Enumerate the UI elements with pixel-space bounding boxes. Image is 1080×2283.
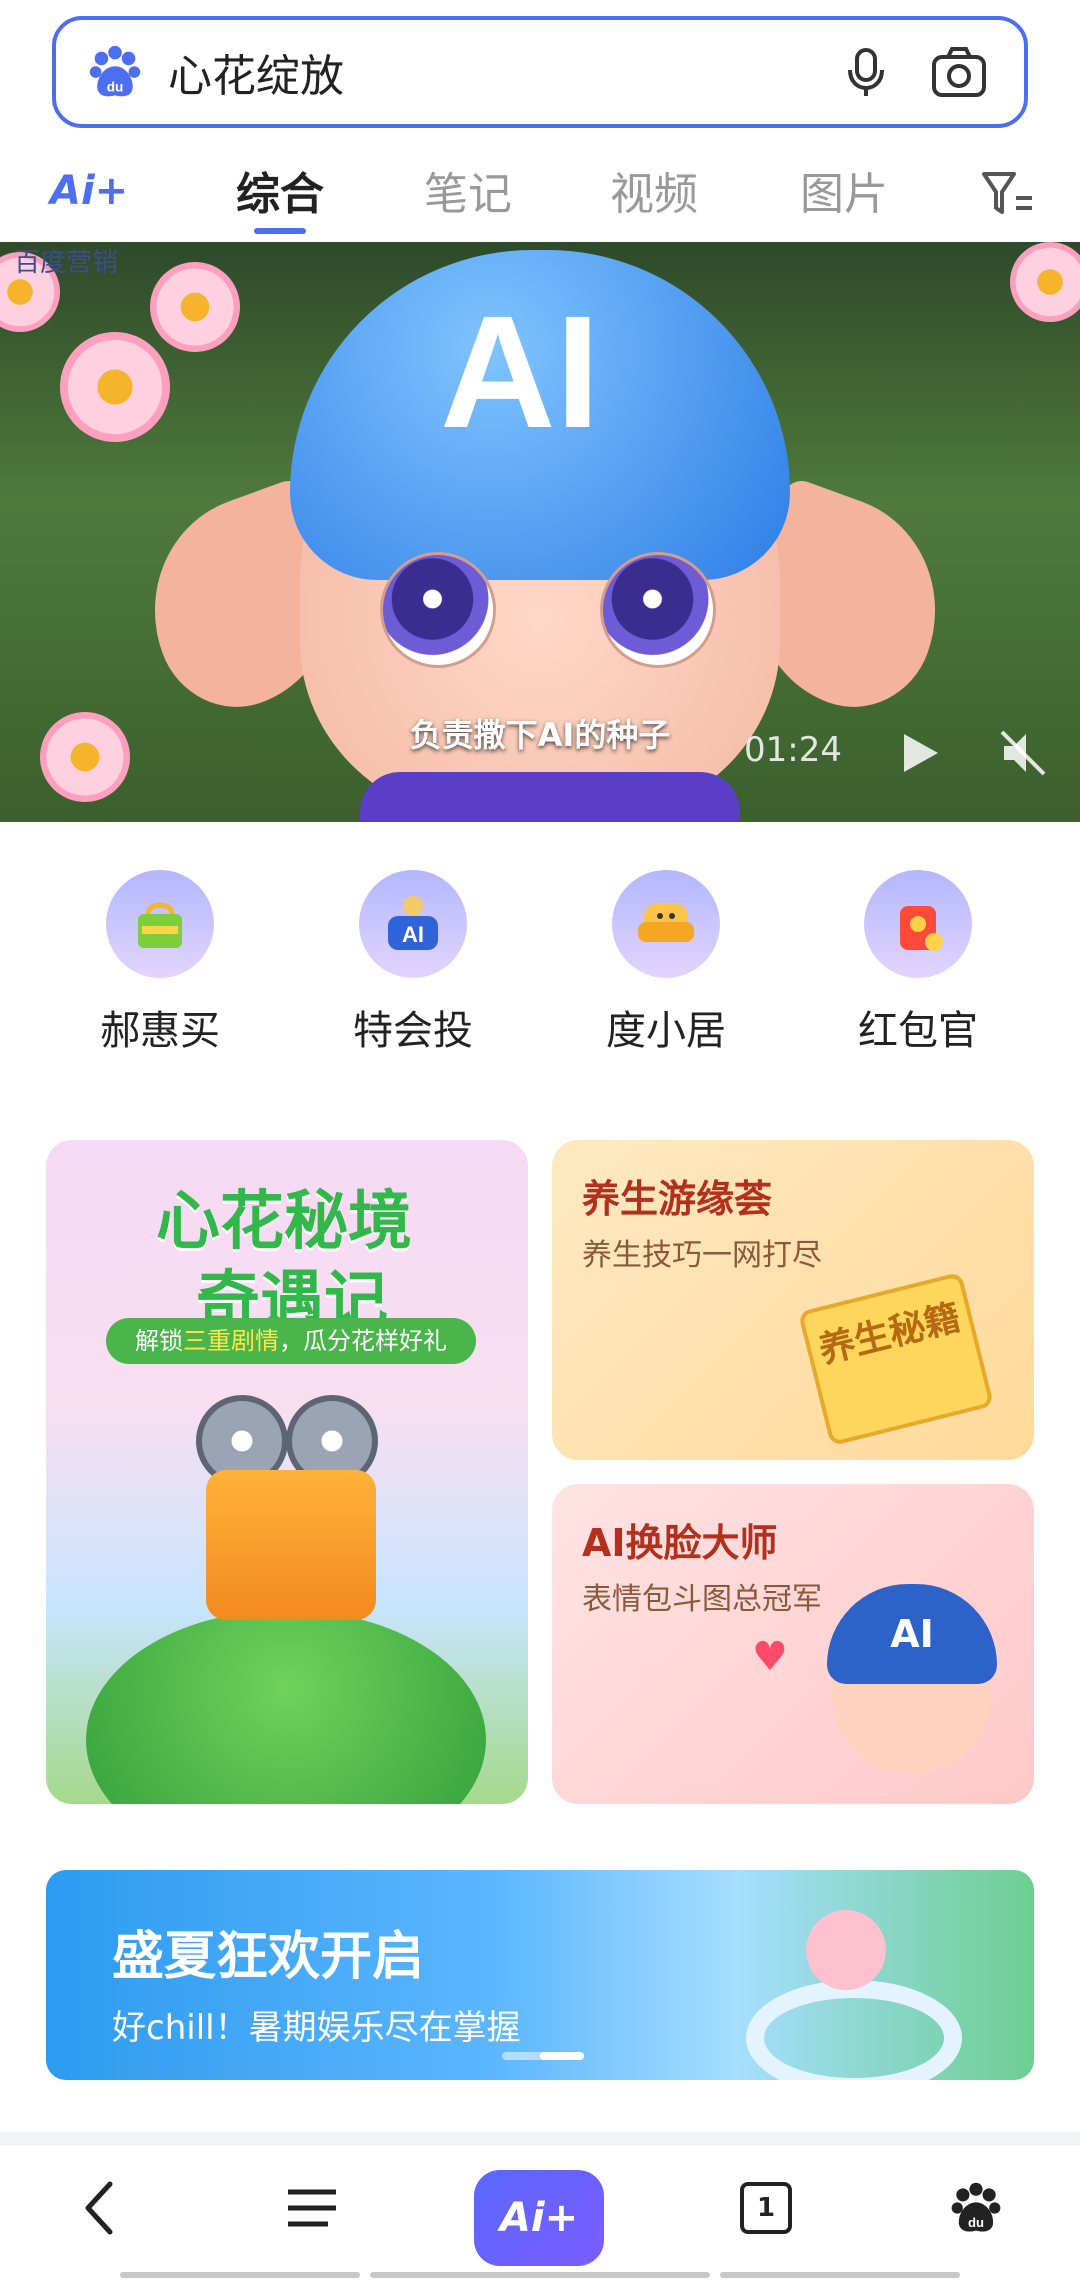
service-label: 度小居 bbox=[606, 1008, 726, 1054]
back-button[interactable] bbox=[60, 2168, 140, 2248]
ribbon-suffix: ，瓜分花样好礼 bbox=[279, 1327, 447, 1355]
character-eye bbox=[600, 552, 716, 668]
ribbon-highlight: 三重剧情 bbox=[183, 1327, 279, 1355]
back-chevron-icon bbox=[85, 2181, 113, 2235]
promo-card-xinhua[interactable]: 心花秘境 奇遇记 解锁三重剧情，瓜分花样好礼 bbox=[46, 1140, 528, 1804]
tab-count-badge: 1 bbox=[740, 2182, 792, 2234]
tabs-button[interactable]: 1 bbox=[726, 2168, 806, 2248]
promo-card-yangsheng[interactable]: 养生游缘荟 养生技巧一网打尽 养生秘籍 bbox=[552, 1140, 1034, 1460]
ai-assistant-button[interactable]: Ai+ bbox=[474, 2170, 604, 2266]
service-label: 红包官 bbox=[858, 1008, 978, 1054]
sofa-icon bbox=[612, 870, 720, 978]
promo-title-line1: 心花秘境 bbox=[156, 1185, 412, 1259]
service-hongbaoguan[interactable]: 红包官 bbox=[818, 870, 1018, 1056]
ad-watermark: 百度营销 bbox=[14, 248, 119, 278]
play-icon[interactable] bbox=[892, 726, 946, 780]
menu-icon bbox=[288, 2189, 336, 2227]
service-duxiaoju[interactable]: 度小居 bbox=[566, 870, 766, 1056]
tab-videos[interactable]: 视频 bbox=[610, 158, 698, 222]
camera-icon[interactable] bbox=[930, 43, 988, 101]
swim-ring-illustration bbox=[746, 1980, 962, 2080]
shopping-bag-icon bbox=[106, 870, 214, 978]
gesture-bar bbox=[120, 2272, 360, 2278]
summer-banner[interactable]: 盛夏狂欢开启 好chill！暑期娱乐尽在掌握 bbox=[46, 1870, 1034, 2080]
service-label: 特会投 bbox=[353, 1008, 473, 1054]
tab-notes[interactable]: 笔记 bbox=[424, 158, 512, 222]
baidu-paw-icon: du bbox=[951, 2182, 1001, 2232]
service-label: 郝惠买 bbox=[100, 1008, 220, 1054]
promo-subtitle: 养生技巧一网打尽 bbox=[582, 1238, 822, 1273]
banner-title: 盛夏狂欢开启 bbox=[112, 1927, 425, 1987]
flower-decoration bbox=[60, 332, 170, 442]
camera-character-illustration bbox=[206, 1470, 376, 1620]
bottom-navigation: Ai+ 1 du bbox=[0, 2146, 1080, 2283]
heart-icon: ♥ bbox=[752, 1634, 788, 1680]
character-illustration bbox=[806, 1910, 886, 1990]
gesture-bar bbox=[720, 2272, 960, 2278]
banner-subtitle: 好chill！暑期娱乐尽在掌握 bbox=[112, 2008, 521, 2048]
book-label: 养生秘籍 bbox=[814, 1296, 965, 1372]
svg-text:AI: AI bbox=[402, 922, 424, 947]
result-tabs: Ai+ 综合 笔记 视频 图片 bbox=[0, 150, 1080, 240]
promo-ribbon: 解锁三重剧情，瓜分花样好礼 bbox=[106, 1318, 476, 1364]
helmet-label: AI bbox=[440, 282, 600, 461]
tab-comprehensive[interactable]: 综合 bbox=[236, 158, 324, 222]
promo-subtitle: 表情包斗图总冠军 bbox=[582, 1582, 822, 1617]
mute-icon[interactable] bbox=[996, 726, 1050, 780]
book-illustration: 养生秘籍 bbox=[797, 1271, 995, 1447]
red-packet-icon bbox=[864, 870, 972, 978]
service-tehuitou[interactable]: AI 特会投 bbox=[313, 870, 513, 1056]
filter-icon[interactable] bbox=[980, 166, 1036, 222]
promo-card-ai-face-swap[interactable]: AI换脸大师 表情包斗图总冠军 ♥ AI bbox=[552, 1484, 1034, 1804]
svg-text:du: du bbox=[107, 79, 124, 94]
menu-button[interactable] bbox=[272, 2168, 352, 2248]
character-helmet: AI bbox=[827, 1584, 997, 1684]
globe-illustration bbox=[86, 1610, 486, 1804]
service-shortcuts: 郝惠买 AI 特会投 度小居 红包官 bbox=[0, 870, 1080, 1060]
tab-images[interactable]: 图片 bbox=[800, 158, 888, 222]
ai-robot-icon: AI bbox=[359, 870, 467, 978]
video-player[interactable]: AI 百度营销 负责撒下AI的种子 01:24 bbox=[0, 242, 1080, 822]
promo-title: AI换脸大师 bbox=[582, 1521, 778, 1565]
search-query[interactable]: 心花绽放 bbox=[168, 40, 840, 104]
home-button[interactable]: du bbox=[936, 2168, 1016, 2248]
svg-text:du: du bbox=[968, 2215, 984, 2230]
ribbon-prefix: 解锁 bbox=[135, 1327, 183, 1355]
carousel-indicator bbox=[502, 2052, 584, 2060]
character-eye bbox=[380, 552, 496, 668]
flower-decoration bbox=[1010, 242, 1080, 322]
search-bar[interactable]: du 心花绽放 bbox=[52, 16, 1028, 128]
gesture-bar bbox=[370, 2272, 710, 2278]
baidu-paw-icon: du bbox=[89, 45, 141, 97]
promo-title: 养生游缘荟 bbox=[582, 1177, 773, 1221]
section-divider bbox=[0, 2132, 1080, 2146]
service-haohuimai[interactable]: 郝惠买 bbox=[60, 870, 260, 1056]
active-tab-indicator bbox=[254, 228, 306, 234]
character-shirt bbox=[360, 772, 740, 822]
tab-ai[interactable]: Ai+ bbox=[50, 168, 128, 214]
flower-decoration bbox=[150, 262, 240, 352]
microphone-icon[interactable] bbox=[840, 46, 892, 98]
video-duration: 01:24 bbox=[744, 730, 842, 770]
